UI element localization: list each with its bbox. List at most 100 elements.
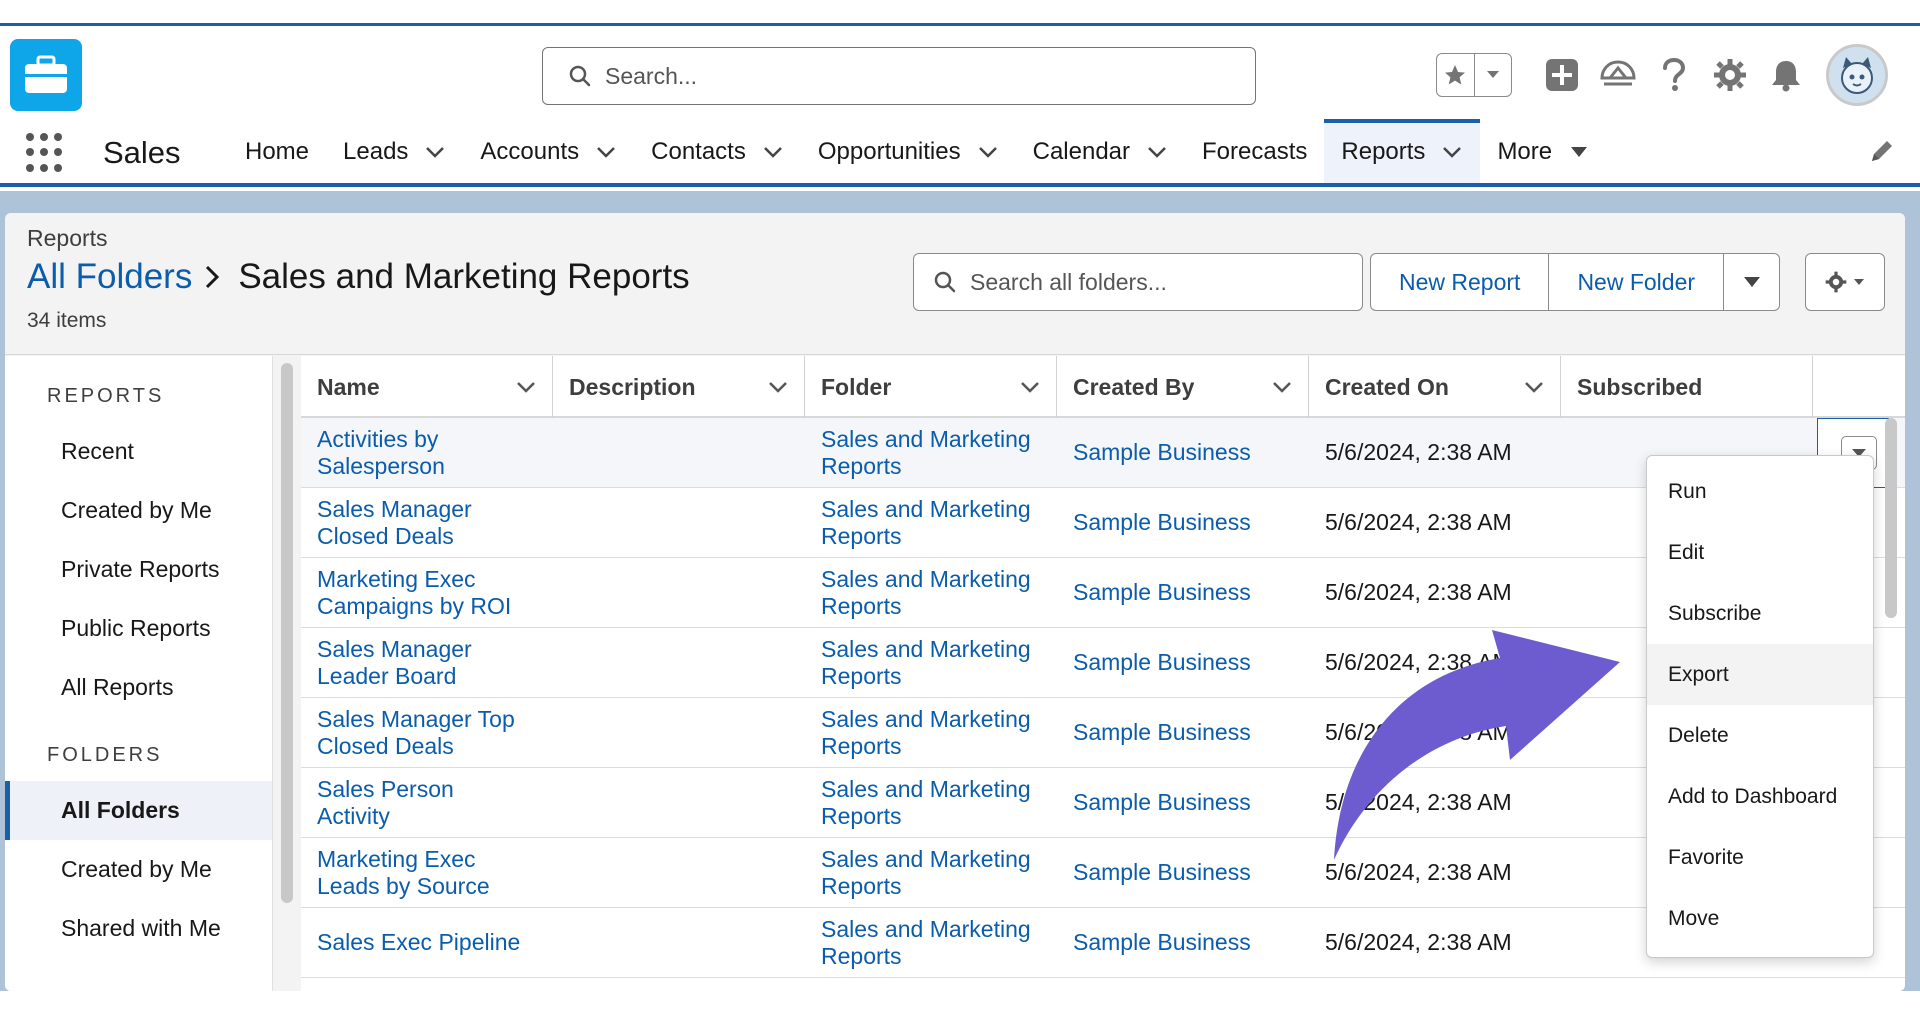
- notifications-bell-icon[interactable]: [1758, 47, 1814, 103]
- nav-tab-accounts[interactable]: Accounts: [463, 121, 634, 183]
- menu-item-edit[interactable]: Edit: [1647, 522, 1873, 583]
- nav-tab-home[interactable]: Home: [228, 121, 326, 183]
- new-actions-button-group: New Report New Folder: [1370, 253, 1781, 311]
- table-scrollbar[interactable]: [1885, 418, 1897, 618]
- sidebar-item-all-folders[interactable]: All Folders: [5, 781, 272, 840]
- report-created-on: 5/6/2024, 2:38 AM: [1325, 789, 1512, 815]
- nav-tab-leads[interactable]: Leads: [326, 121, 463, 183]
- report-created-by-link[interactable]: Sample Business: [1057, 509, 1309, 536]
- sidebar-item-all-reports[interactable]: All Reports: [5, 658, 272, 717]
- report-name-link[interactable]: Sales Exec Pipeline: [301, 929, 553, 956]
- menu-item-delete[interactable]: Delete: [1647, 705, 1873, 766]
- menu-item-favorite[interactable]: Favorite: [1647, 827, 1873, 888]
- menu-item-add-to-dashboard[interactable]: Add to Dashboard: [1647, 766, 1873, 827]
- chevron-down-icon[interactable]: [595, 141, 617, 163]
- chevron-down-icon[interactable]: [1020, 381, 1040, 393]
- folder-search-box[interactable]: [913, 253, 1363, 311]
- report-name-link[interactable]: Activities by Salesperson: [301, 426, 553, 480]
- new-folder-button[interactable]: New Folder: [1549, 253, 1725, 311]
- page-header: Reports All Folders Sales and Marketing …: [5, 213, 1905, 355]
- global-search-box[interactable]: [542, 47, 1256, 105]
- global-add-icon[interactable]: [1534, 47, 1590, 103]
- trailhead-icon[interactable]: [1590, 47, 1646, 103]
- sidebar-item-created-by-me[interactable]: Created by Me: [5, 481, 272, 540]
- report-name-link[interactable]: Sales Manager Leader Board: [301, 636, 553, 690]
- column-header-created-on[interactable]: Created On: [1309, 356, 1561, 418]
- caret-down-icon: [1854, 279, 1864, 285]
- nav-tab-forecasts[interactable]: Forecasts: [1185, 121, 1324, 183]
- chevron-down-icon[interactable]: [1272, 381, 1292, 393]
- report-folder-link[interactable]: Sales and Marketing Reports: [805, 426, 1057, 480]
- report-folder-link[interactable]: Sales and Marketing Reports: [805, 706, 1057, 760]
- menu-item-run[interactable]: Run: [1647, 461, 1873, 522]
- favorites-star-icon[interactable]: [1437, 54, 1474, 96]
- table-header: Name Description Folder Created By Creat…: [301, 356, 1905, 418]
- salesforce-briefcase-logo[interactable]: [10, 39, 82, 111]
- chevron-down-icon[interactable]: [1524, 381, 1544, 393]
- chevron-down-icon[interactable]: [516, 381, 536, 393]
- more-actions-dropdown-button[interactable]: [1724, 253, 1781, 311]
- app-launcher-icon[interactable]: [26, 133, 66, 173]
- app-name: Sales: [103, 135, 181, 170]
- sidebar-item-public-reports[interactable]: Public Reports: [5, 599, 272, 658]
- breadcrumb-all-folders-link[interactable]: All Folders: [27, 257, 192, 297]
- report-name-link[interactable]: Sales Manager Top Closed Deals: [301, 706, 553, 760]
- chevron-down-icon[interactable]: [424, 141, 446, 163]
- report-created-by-link[interactable]: Sample Business: [1057, 439, 1309, 466]
- chevron-down-icon[interactable]: [768, 381, 788, 393]
- report-folder-link[interactable]: Sales and Marketing Reports: [805, 916, 1057, 970]
- sidebar-item-folders-created-by-me[interactable]: Created by Me: [5, 840, 272, 899]
- user-avatar[interactable]: [1826, 44, 1888, 106]
- nav-tab-opportunities[interactable]: Opportunities: [801, 121, 1016, 183]
- report-created-by-link[interactable]: Sample Business: [1057, 929, 1309, 956]
- menu-item-move[interactable]: Move: [1647, 888, 1873, 949]
- report-folder-link[interactable]: Sales and Marketing Reports: [805, 566, 1057, 620]
- nav-tab-contacts[interactable]: Contacts: [634, 121, 801, 183]
- report-name-link[interactable]: Sales Person Activity: [301, 776, 553, 830]
- nav-tab-more[interactable]: More: [1480, 121, 1607, 183]
- report-created-by-link[interactable]: Sample Business: [1057, 789, 1309, 816]
- menu-item-export[interactable]: Export: [1647, 644, 1873, 705]
- caret-down-icon[interactable]: [1568, 141, 1590, 163]
- help-icon[interactable]: [1646, 47, 1702, 103]
- setup-gear-icon[interactable]: [1702, 47, 1758, 103]
- column-header-name[interactable]: Name: [301, 356, 553, 418]
- folder-search-input[interactable]: [970, 268, 1350, 296]
- report-name-link[interactable]: Marketing Exec Campaigns by ROI: [301, 566, 553, 620]
- sidebar-item-shared-with-me[interactable]: Shared with Me: [5, 899, 272, 958]
- report-name-link[interactable]: Marketing Exec Leads by Source: [301, 846, 553, 900]
- report-folder-link[interactable]: Sales and Marketing Reports: [805, 496, 1057, 550]
- report-created-by-link[interactable]: Sample Business: [1057, 649, 1309, 676]
- chevron-down-icon[interactable]: [762, 141, 784, 163]
- list-settings-button[interactable]: [1805, 253, 1885, 311]
- report-folder-link[interactable]: Sales and Marketing Reports: [805, 636, 1057, 690]
- sidebar-item-recent[interactable]: Recent: [5, 422, 272, 481]
- nav-tab-reports[interactable]: Reports: [1324, 119, 1481, 183]
- nav-tab-calendar[interactable]: Calendar: [1016, 121, 1185, 183]
- report-folder-link[interactable]: Sales and Marketing Reports: [805, 846, 1057, 900]
- nav-tab-label: Leads: [343, 138, 409, 165]
- chevron-down-icon[interactable]: [977, 141, 999, 163]
- report-folder-link[interactable]: Sales and Marketing Reports: [805, 776, 1057, 830]
- column-header-label: Subscribed: [1577, 373, 1703, 400]
- new-report-button[interactable]: New Report: [1370, 253, 1550, 311]
- column-header-folder[interactable]: Folder: [805, 356, 1057, 418]
- sidebar-section-reports: REPORTS: [47, 384, 165, 407]
- report-name-link[interactable]: Sales Manager Closed Deals: [301, 496, 553, 550]
- chevron-down-icon[interactable]: [1146, 141, 1168, 163]
- column-header-description[interactable]: Description: [553, 356, 805, 418]
- column-header-created-by[interactable]: Created By: [1057, 356, 1309, 418]
- report-created-by-link[interactable]: Sample Business: [1057, 579, 1309, 606]
- caret-down-icon: [1743, 277, 1760, 287]
- chevron-down-icon[interactable]: [1441, 141, 1463, 163]
- report-created-by-link[interactable]: Sample Business: [1057, 859, 1309, 886]
- column-header-subscribed[interactable]: Subscribed: [1561, 356, 1813, 418]
- global-search-input[interactable]: [605, 62, 1205, 90]
- sidebar-item-private-reports[interactable]: Private Reports: [5, 540, 272, 599]
- menu-item-subscribe[interactable]: Subscribe: [1647, 583, 1873, 644]
- gear-icon: [1825, 271, 1847, 293]
- report-created-by-link[interactable]: Sample Business: [1057, 719, 1309, 746]
- favorites-dropdown-icon[interactable]: [1473, 54, 1512, 96]
- edit-nav-pencil-icon[interactable]: [1868, 137, 1898, 167]
- sidebar-scrollbar[interactable]: [281, 363, 293, 903]
